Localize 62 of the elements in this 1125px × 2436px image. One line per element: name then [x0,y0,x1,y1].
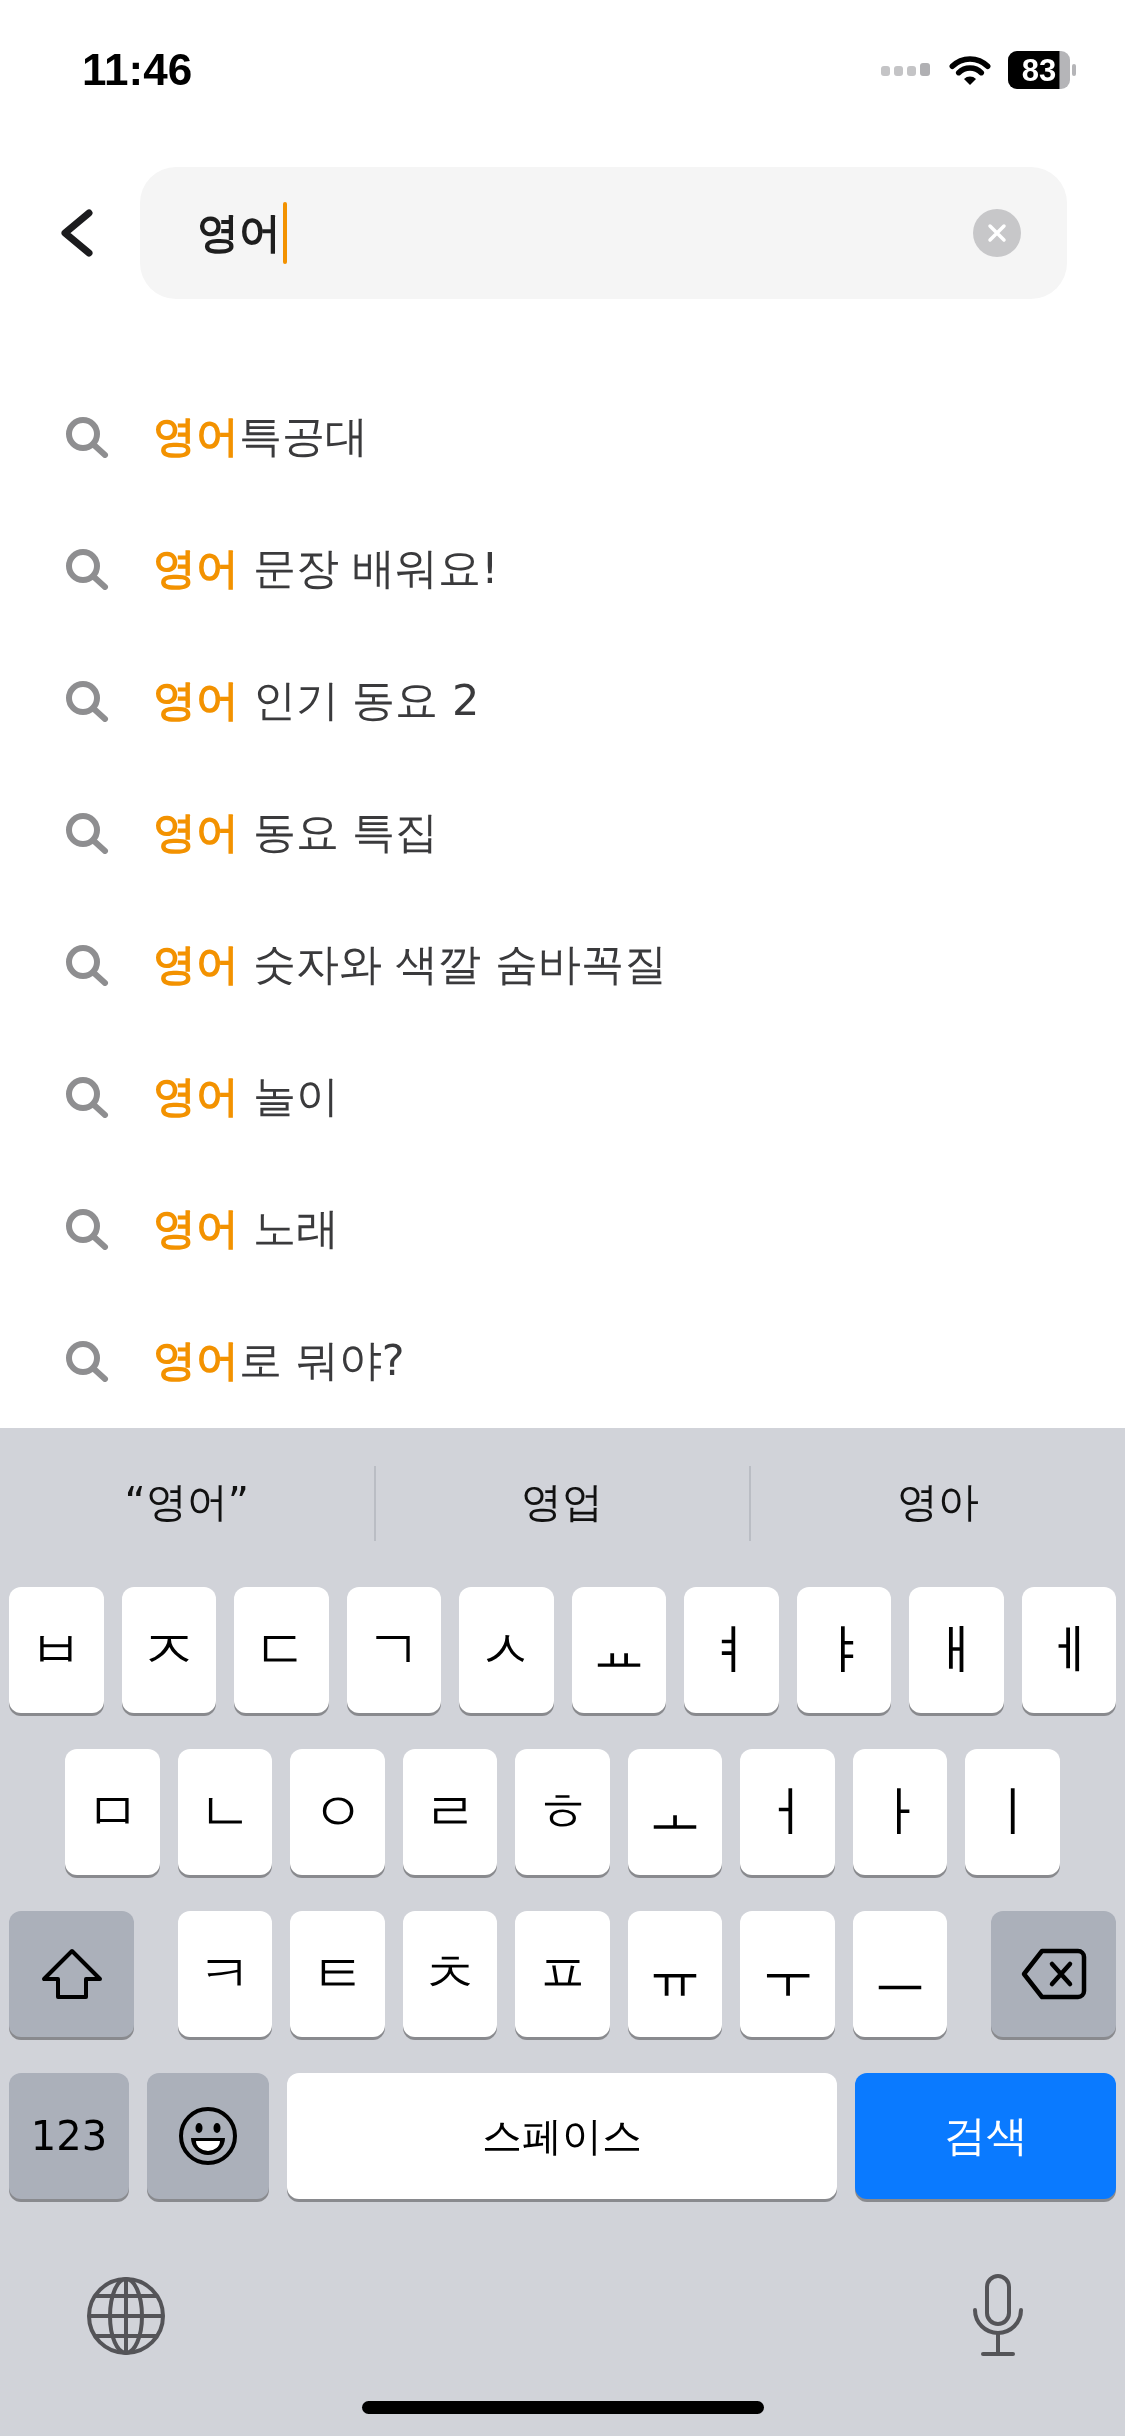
keyboard-key[interactable]: ㅑ [796,1587,891,1713]
search-icon [65,416,109,458]
keyboard-key[interactable]: ㅔ [1021,1587,1116,1713]
battery-indicator: 83 [1008,51,1076,89]
cellular-signal-icon [881,63,932,77]
wifi-icon [947,53,993,87]
keyboard-key[interactable]: ㅅ [459,1587,554,1713]
keyboard-key[interactable]: ㅠ [627,1911,723,2037]
back-icon[interactable] [59,208,95,258]
keyboard-key[interactable]: ㅣ [965,1749,1060,1875]
suggestion-text[interactable]: 영어 인기 동요 2 [153,672,480,730]
search-icon [65,944,109,986]
smiley-face-icon [178,2106,238,2166]
keyboard-key[interactable]: ㅕ [684,1587,779,1713]
candidate-word[interactable]: 영아 [887,1472,990,1534]
keyboard-key[interactable]: ㅡ [852,1911,948,2037]
keyboard-key[interactable]: ㅋ [177,1911,273,2037]
suggestion-text[interactable]: 영어 동요 특집 [153,804,439,862]
keyboard-key[interactable]: ㄴ [177,1749,273,1875]
status-time: 11:46 [82,45,193,95]
shift-key[interactable] [9,1911,134,2037]
microphone-icon[interactable] [970,2274,1026,2358]
search-icon [65,548,109,590]
keyboard-key[interactable]: ㅂ [9,1587,104,1713]
keyboard-key[interactable]: ㅛ [571,1587,666,1713]
globe-icon[interactable] [86,2276,166,2356]
search-icon [65,812,109,854]
keyboard-key[interactable]: ㄱ [346,1587,441,1713]
search-icon [65,680,109,722]
search-field[interactable]: 영어 [140,167,1067,299]
keyboard-key[interactable]: ㅌ [290,1911,385,2037]
keyboard-key[interactable]: ㅊ [402,1911,498,2037]
keyboard-key[interactable]: ㅜ [740,1911,835,2037]
suggestion-text[interactable]: 영어로 뭐야? [153,1332,405,1390]
keyboard-key[interactable]: ㅗ [627,1749,723,1875]
keyboard-key[interactable]: ㅈ [121,1587,216,1713]
search-icon [65,1208,109,1250]
suggestion-text[interactable]: 영어 노래 [153,1200,339,1258]
search-icon [65,1340,109,1382]
numbers-key[interactable]: 123 [9,2073,129,2199]
keyboard-key[interactable]: ㅁ [65,1749,160,1875]
keyboard-key[interactable]: ㅓ [740,1749,835,1875]
delete-key[interactable] [991,1911,1116,2037]
emoji-key[interactable] [147,2073,269,2199]
keyboard-key[interactable]: ㅎ [515,1749,610,1875]
keyboard-key[interactable]: ㅍ [515,1911,610,2037]
shift-icon [40,1948,103,2000]
keyboard-key[interactable]: ㅏ [852,1749,948,1875]
search-key[interactable]: 검색 [855,2073,1116,2199]
search-icon [65,1076,109,1118]
suggestion-text[interactable]: 영어 숫자와 색깔 숨바꼭질 [153,936,667,994]
suggestion-text[interactable]: 영어특공대 [153,408,368,466]
keyboard-key[interactable]: ㅇ [290,1749,385,1875]
keyboard-key[interactable]: ㅐ [909,1587,1004,1713]
keyboard-key[interactable]: ㄷ [234,1587,329,1713]
suggestion-text[interactable]: 영어 문장 배워요! [153,540,499,598]
delete-icon [1020,1948,1087,2000]
candidate-word[interactable]: 영업 [511,1472,614,1534]
space-key[interactable]: 스페이스 [287,2073,837,2199]
candidate-word[interactable]: “영어” [114,1472,260,1534]
keyboard-key[interactable]: ㄹ [402,1749,498,1875]
suggestion-text[interactable]: 영어 놀이 [153,1068,339,1126]
